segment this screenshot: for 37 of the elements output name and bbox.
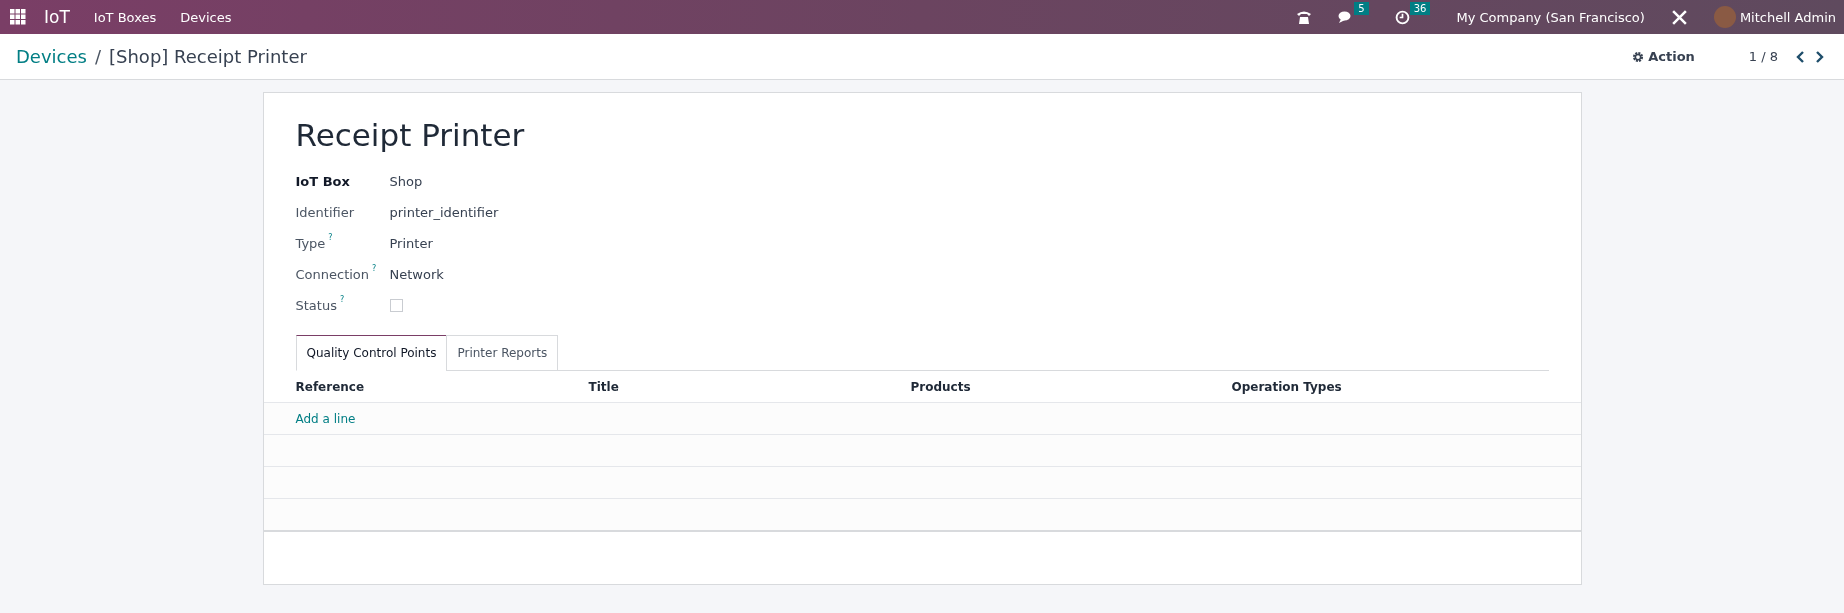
help-tooltip-mark[interactable]: ? (372, 264, 377, 273)
column-header[interactable]: Operation Types (1231, 379, 1549, 394)
column-header[interactable]: Title (588, 379, 911, 394)
field-label: Identifier (295, 204, 355, 220)
field-value: Shop (389, 173, 424, 189)
phone-icon[interactable] (1296, 9, 1313, 25)
status-checkbox[interactable] (389, 298, 403, 312)
field-label: Type (295, 235, 326, 251)
breadcrumb-separator: / (94, 46, 101, 67)
menu-item[interactable]: Devices (180, 9, 232, 25)
activity-count-badge: 36 (1409, 1, 1431, 15)
record-title: Receipt Printer (295, 117, 526, 153)
field-label: IoT Box (295, 173, 350, 189)
pager-counter: 1 / 8 (1748, 49, 1778, 64)
field-label: Status (295, 297, 337, 313)
column-header[interactable]: Products (910, 379, 1232, 394)
field-value: Network (389, 266, 445, 282)
field-label: Connection (295, 266, 370, 282)
action-button[interactable]: Action (1626, 48, 1701, 65)
clock-icon[interactable] (1394, 9, 1410, 25)
apps-grid-icon[interactable] (10, 9, 26, 25)
notebook-tab[interactable]: Quality Control Points (295, 335, 448, 371)
breadcrumb-current: [Shop] Receipt Printer (109, 46, 307, 67)
field-value: printer_identifier (389, 204, 500, 220)
gear-icon (1632, 50, 1645, 63)
company-switcher[interactable]: My Company (San Francisco) (1456, 9, 1645, 25)
field-value: Printer (389, 235, 434, 251)
notebook-tab[interactable]: Printer Reports (446, 335, 559, 371)
add-line-link[interactable]: Add a line (295, 411, 356, 426)
help-tooltip-mark[interactable]: ? (328, 233, 333, 242)
breadcrumb-link[interactable]: Devices (16, 46, 87, 67)
user-name[interactable]: Mitchell Admin (1739, 9, 1836, 25)
help-tooltip-mark[interactable]: ? (339, 295, 345, 304)
app-name[interactable]: IoT (44, 7, 70, 27)
message-count-badge: 5 (1354, 1, 1369, 15)
column-header[interactable]: Reference (295, 379, 589, 394)
menu-item[interactable]: IoT Boxes (93, 9, 157, 25)
